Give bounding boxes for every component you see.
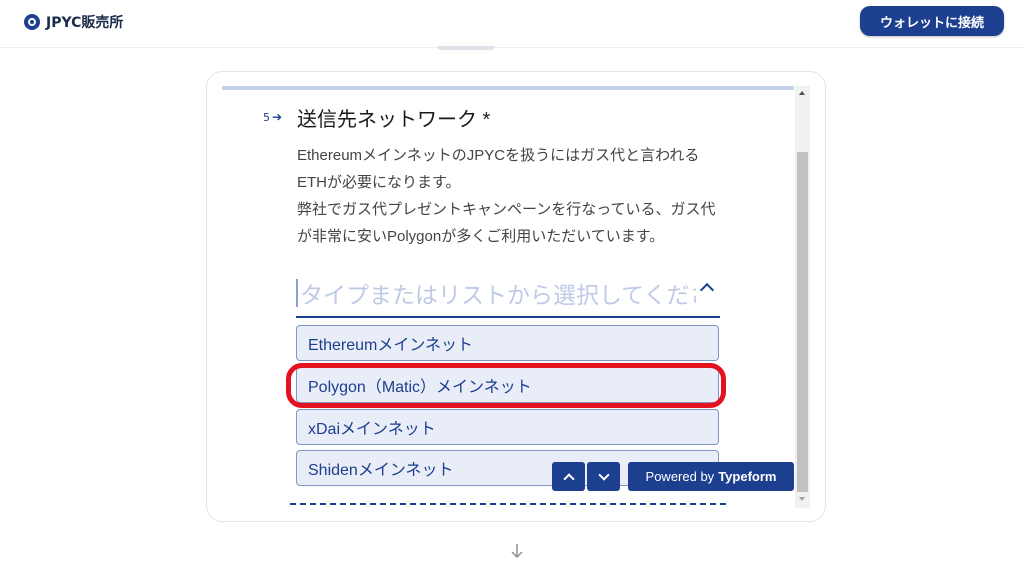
- typeform-brand: Typeform: [718, 469, 777, 484]
- dashed-divider: [290, 503, 726, 505]
- question-number-label: 5: [263, 110, 270, 124]
- next-question-button[interactable]: [587, 462, 620, 491]
- network-select-input[interactable]: タイプまたはリストから選択してください: [296, 270, 720, 318]
- jpyc-logo-icon: [24, 14, 40, 30]
- powered-by-typeform-button[interactable]: Powered by Typeform: [628, 462, 794, 491]
- top-header: JPYC販売所 ウォレットに接続: [0, 0, 1024, 48]
- question-number: 5 ➔: [263, 110, 282, 124]
- header-tab-indicator: [437, 46, 495, 50]
- logo-text: JPYC販売所: [46, 15, 124, 31]
- question-nav: [552, 462, 620, 491]
- option-xdai[interactable]: xDaiメインネット: [296, 409, 719, 445]
- description-line: EthereumメインネットのJPYCを扱うにはガス代と言われる: [297, 147, 700, 164]
- arrow-right-icon: ➔: [272, 110, 283, 124]
- powered-by-label: Powered by: [645, 469, 715, 484]
- scrollbar[interactable]: [795, 86, 810, 508]
- highlight-annotation: [286, 363, 726, 408]
- text-cursor: [296, 279, 298, 307]
- question-description: EthereumメインネットのJPYCを扱うにはガス代と言われる ETHが必要に…: [297, 142, 727, 250]
- arrow-down-icon[interactable]: [509, 542, 525, 560]
- scroll-up-arrow-icon[interactable]: [799, 91, 805, 95]
- option-ethereum[interactable]: Ethereumメインネット: [296, 325, 719, 361]
- progress-line: [222, 86, 794, 90]
- description-line: ETHが必要になります。: [297, 174, 461, 191]
- select-placeholder: タイプまたはリストから選択してください: [300, 282, 696, 308]
- description-line: が非常に安いPolygonが多くご利用いただいています。: [297, 228, 665, 245]
- chevron-up-icon: [562, 472, 575, 485]
- question-title: 送信先ネットワーク *: [297, 109, 491, 131]
- chevron-up-icon[interactable]: [699, 282, 715, 298]
- description-line: 弊社でガス代プレゼントキャンペーンを行なっている、ガス代: [297, 201, 716, 218]
- chevron-down-icon: [597, 468, 610, 481]
- logo[interactable]: JPYC販売所: [24, 12, 123, 32]
- scrollbar-thumb[interactable]: [797, 152, 808, 492]
- connect-wallet-button[interactable]: ウォレットに接続: [860, 6, 1004, 36]
- scroll-down-arrow-icon[interactable]: [799, 497, 805, 501]
- previous-question-button[interactable]: [552, 462, 585, 491]
